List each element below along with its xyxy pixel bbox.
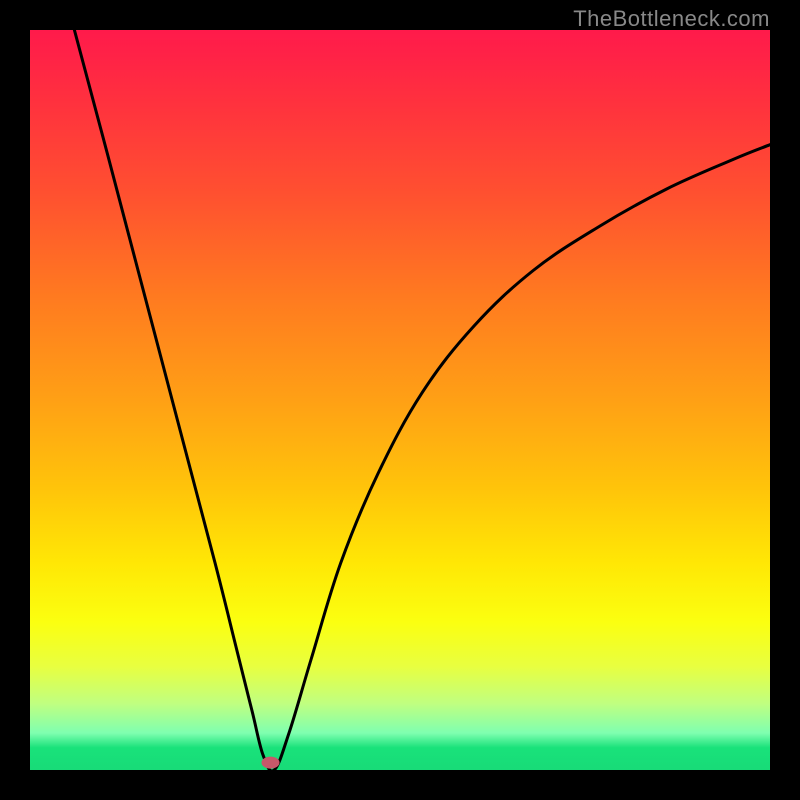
optimum-marker	[262, 757, 280, 769]
bottleneck-curve-line	[74, 30, 770, 770]
plot-area	[30, 30, 770, 770]
watermark-text: TheBottleneck.com	[573, 6, 770, 32]
chart-frame: TheBottleneck.com	[0, 0, 800, 800]
curve-svg	[30, 30, 770, 770]
